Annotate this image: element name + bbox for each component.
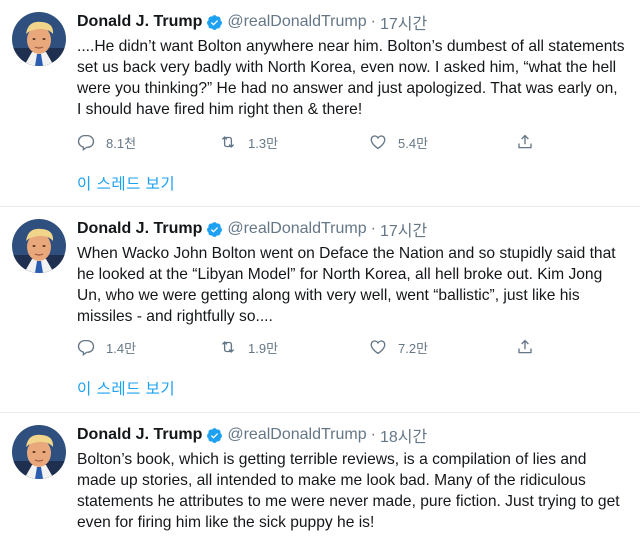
- retweet-count: 1.3만: [248, 135, 279, 151]
- author-name[interactable]: Donald J. Trump: [77, 220, 202, 238]
- like-button[interactable]: 5.4만: [369, 133, 516, 152]
- reply-icon: [77, 134, 95, 151]
- tweet-actions: 1.4만 1.9만 7.2만: [77, 335, 534, 359]
- avatar[interactable]: [12, 219, 66, 273]
- tweet-text: When Wacko John Bolton went on Deface th…: [77, 245, 616, 325]
- retweet-icon: [221, 136, 235, 148]
- tweet-text: Bolton’s book, which is getting terrible…: [77, 451, 620, 531]
- author-handle[interactable]: @realDonaldTrump: [227, 426, 366, 444]
- author-name[interactable]: Donald J. Trump: [77, 13, 202, 31]
- retweet-button[interactable]: 1.3만: [219, 133, 369, 152]
- author-name[interactable]: Donald J. Trump: [77, 426, 202, 444]
- show-thread-link[interactable]: 이 스레드 보기: [77, 172, 175, 194]
- heart-icon: [370, 340, 386, 355]
- reply-button[interactable]: 1.4만: [77, 338, 219, 357]
- like-count: 7.2만: [398, 340, 429, 356]
- tweet[interactable]: Donald J. Trump @realDonaldTrump · 17시간 …: [0, 207, 640, 413]
- avatar[interactable]: [12, 12, 66, 66]
- reply-icon: [77, 339, 95, 356]
- share-icon: [518, 339, 532, 354]
- tweet-header: Donald J. Trump @realDonaldTrump · 17시간: [77, 10, 626, 34]
- author-handle[interactable]: @realDonaldTrump: [227, 220, 366, 238]
- heart-icon: [370, 135, 386, 150]
- tweet-header: Donald J. Trump @realDonaldTrump · 17시간: [77, 217, 626, 241]
- tweet[interactable]: Donald J. Trump @realDonaldTrump · 17시간 …: [0, 0, 640, 207]
- share-button[interactable]: [516, 133, 534, 151]
- retweet-icon: [221, 341, 235, 353]
- verified-badge-icon: [207, 221, 223, 237]
- reply-button[interactable]: 8.1천: [77, 133, 219, 152]
- tweet-actions: 8.1천 1.3만 5.4만: [77, 130, 534, 154]
- like-button[interactable]: 7.2만: [369, 338, 516, 357]
- avatar[interactable]: [12, 425, 66, 479]
- separator-dot: ·: [370, 13, 376, 30]
- separator-dot: ·: [370, 220, 376, 237]
- author-handle[interactable]: @realDonaldTrump: [227, 13, 366, 31]
- timestamp[interactable]: 18시간: [380, 423, 427, 447]
- verified-badge-icon: [207, 427, 223, 443]
- verified-badge-icon: [207, 14, 223, 30]
- timestamp[interactable]: 17시간: [380, 10, 427, 34]
- timestamp[interactable]: 17시간: [380, 217, 427, 241]
- avatar-portrait-icon: [12, 425, 66, 479]
- tweet-text: ....He didn’t want Bolton anywhere near …: [77, 38, 625, 118]
- retweet-count: 1.9만: [248, 340, 279, 356]
- separator-dot: ·: [370, 426, 376, 443]
- tweet[interactable]: Donald J. Trump @realDonaldTrump · 18시간 …: [0, 413, 640, 557]
- like-count: 5.4만: [398, 135, 429, 151]
- share-button[interactable]: [516, 338, 534, 356]
- avatar-portrait-icon: [12, 219, 66, 273]
- retweet-button[interactable]: 1.9만: [219, 338, 369, 357]
- share-icon: [518, 134, 532, 149]
- tweet-feed: Donald J. Trump @realDonaldTrump · 17시간 …: [0, 0, 640, 557]
- avatar-portrait-icon: [12, 12, 66, 66]
- tweet-header: Donald J. Trump @realDonaldTrump · 18시간: [77, 423, 626, 447]
- show-thread-link[interactable]: 이 스레드 보기: [77, 377, 175, 399]
- reply-count: 1.4만: [106, 340, 137, 356]
- reply-count: 8.1천: [106, 135, 137, 151]
